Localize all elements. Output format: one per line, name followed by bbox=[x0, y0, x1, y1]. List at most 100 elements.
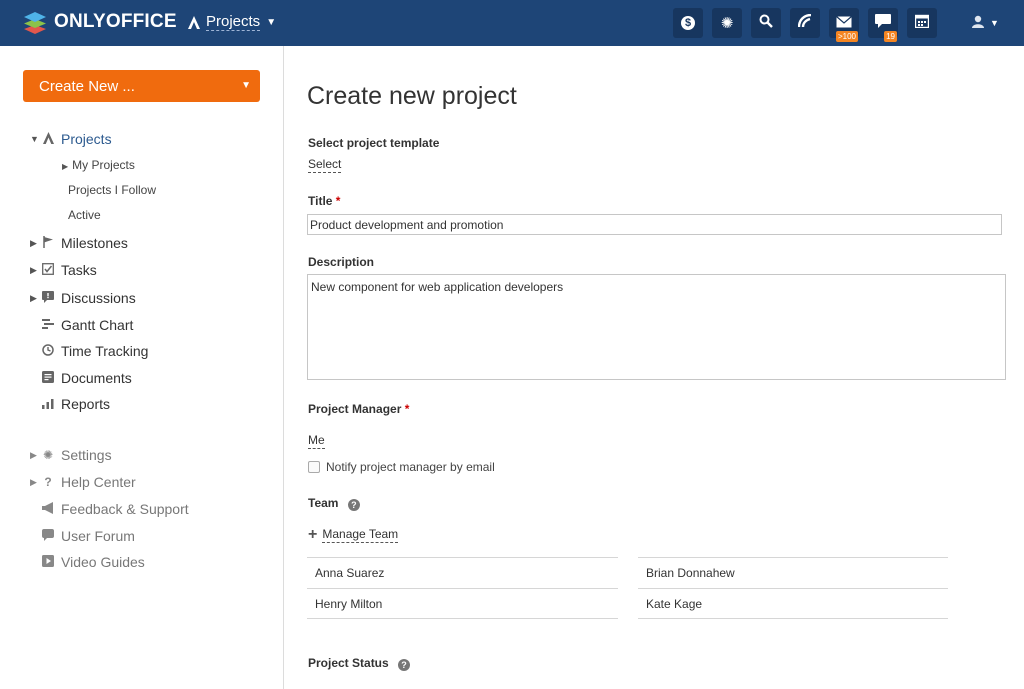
project-status-label-text: Project Status bbox=[308, 656, 389, 670]
create-new-button[interactable]: Create New ... ▼ bbox=[23, 70, 260, 102]
team-label: Team ? bbox=[308, 496, 360, 511]
document-icon bbox=[41, 370, 55, 386]
chevron-down-icon: ▼ bbox=[990, 18, 999, 28]
mail-icon bbox=[836, 15, 852, 32]
title-label: Title * bbox=[308, 194, 340, 208]
notify-manager-row[interactable]: Notify project manager by email bbox=[308, 460, 495, 474]
checkbox-icon bbox=[41, 262, 55, 278]
flag-icon bbox=[41, 235, 55, 251]
feed-icon bbox=[797, 13, 812, 32]
calendar-icon bbox=[914, 14, 930, 32]
forum-icon bbox=[41, 528, 55, 544]
module-switcher[interactable]: Projects ▼ bbox=[188, 13, 276, 31]
chat-icon bbox=[875, 14, 891, 32]
project-manager-select[interactable]: Me bbox=[308, 433, 325, 449]
clock-icon bbox=[41, 343, 55, 359]
mail-button[interactable]: >100 bbox=[829, 8, 859, 42]
sidebar-item-label: Help Center bbox=[61, 474, 136, 490]
gantt-chart-icon bbox=[41, 318, 55, 333]
notify-manager-checkbox[interactable] bbox=[308, 461, 320, 473]
onlyoffice-logo-icon bbox=[22, 10, 48, 34]
project-manager-label-text: Project Manager bbox=[308, 402, 402, 416]
sidebar-item-label: Projects bbox=[61, 131, 112, 147]
sidebar-item-label: Reports bbox=[61, 396, 111, 412]
top-icon-toolbar: $ ✺ >100 19 bbox=[673, 8, 946, 42]
plus-icon: + bbox=[308, 526, 318, 543]
user-menu[interactable]: ▼ bbox=[972, 15, 999, 31]
settings-icon: ✺ bbox=[720, 15, 734, 32]
feed-button[interactable] bbox=[790, 8, 820, 38]
caret-right-icon: ▶ bbox=[30, 237, 37, 248]
title-label-text: Title bbox=[308, 194, 333, 208]
notify-manager-label: Notify project manager by email bbox=[326, 460, 495, 474]
caret-right-icon: ▶ bbox=[62, 162, 69, 171]
calendar-button[interactable] bbox=[907, 8, 937, 38]
sidebar-item-label: Video Guides bbox=[61, 554, 145, 570]
bar-chart-icon bbox=[41, 397, 55, 412]
create-new-label: Create New ... bbox=[39, 77, 135, 95]
team-divider bbox=[307, 618, 618, 619]
team-divider bbox=[638, 618, 948, 619]
template-label: Select project template bbox=[308, 136, 440, 150]
team-member: Brian Donnahew bbox=[638, 557, 948, 588]
payments-button[interactable]: $ bbox=[673, 8, 703, 38]
caret-right-icon: ▶ bbox=[30, 292, 37, 303]
sidebar-subitem-my-projects[interactable]: ▶ My Projects bbox=[62, 158, 135, 172]
search-button[interactable] bbox=[751, 8, 781, 38]
search-icon bbox=[759, 14, 773, 32]
mail-count-badge: >100 bbox=[835, 31, 858, 42]
chevron-down-icon: ▼ bbox=[266, 16, 277, 28]
required-marker: * bbox=[335, 194, 341, 208]
sidebar-subitem-label: Active bbox=[68, 208, 101, 222]
sidebar-subitem-projects-i-follow[interactable]: Projects I Follow bbox=[68, 183, 156, 197]
manage-team-label: Manage Team bbox=[322, 527, 399, 543]
team-member: Anna Suarez bbox=[307, 557, 618, 588]
module-name: Projects bbox=[206, 13, 261, 31]
title-input[interactable] bbox=[307, 214, 1002, 235]
sidebar-subitem-label: Projects I Follow bbox=[68, 183, 157, 197]
chat-count-badge: 19 bbox=[884, 31, 897, 42]
description-textarea[interactable]: New component for web application develo… bbox=[307, 274, 1006, 380]
caret-right-icon: ▶ bbox=[30, 449, 37, 460]
sidebar-item-label: Tasks bbox=[61, 262, 97, 278]
team-member-name: Brian Donnahew bbox=[646, 566, 735, 580]
sidebar-item-label: Time Tracking bbox=[61, 343, 149, 359]
select-template-link[interactable]: Select bbox=[308, 157, 342, 173]
chevron-down-icon: ▼ bbox=[241, 80, 251, 91]
payments-icon: $ bbox=[681, 16, 695, 30]
caret-right-icon: ▶ bbox=[30, 264, 37, 275]
help-icon[interactable]: ? bbox=[347, 499, 360, 511]
caret-down-icon: ▼ bbox=[30, 134, 39, 144]
team-member: Henry Milton bbox=[307, 588, 618, 619]
team-member: Kate Kage bbox=[638, 588, 948, 619]
settings-button[interactable]: ✺ bbox=[712, 8, 742, 38]
projects-icon bbox=[41, 131, 55, 147]
team-label-text: Team bbox=[308, 496, 339, 510]
sidebar-item-label: Settings bbox=[61, 447, 112, 463]
brand-name: ONLYOFFICE bbox=[54, 11, 177, 32]
brand-logo[interactable]: ONLYOFFICE bbox=[22, 10, 177, 34]
chat-button[interactable]: 19 bbox=[868, 8, 898, 42]
caret-right-icon: ▶ bbox=[30, 476, 37, 487]
team-member-name: Kate Kage bbox=[646, 597, 703, 611]
description-label: Description bbox=[308, 255, 375, 269]
team-member-name: Anna Suarez bbox=[315, 566, 385, 580]
discussion-icon bbox=[41, 290, 55, 306]
sidebar-item-label: Gantt Chart bbox=[61, 317, 134, 333]
project-status-label: Project Status ? bbox=[308, 656, 411, 671]
sidebar-subitem-label: My Projects bbox=[72, 158, 135, 172]
team-member-name: Henry Milton bbox=[315, 597, 383, 611]
sidebar-subitem-active[interactable]: Active bbox=[68, 208, 101, 222]
sidebar-item-label: Milestones bbox=[61, 235, 128, 251]
page-title: Create new project bbox=[307, 82, 517, 110]
megaphone-icon bbox=[41, 501, 55, 517]
sidebar-item-label: Feedback & Support bbox=[61, 501, 189, 517]
required-marker: * bbox=[404, 402, 410, 416]
gear-icon: ✺ bbox=[42, 448, 54, 462]
help-icon[interactable]: ? bbox=[398, 659, 411, 671]
sidebar-item-label: Documents bbox=[61, 370, 132, 386]
user-icon bbox=[972, 15, 984, 31]
projects-module-icon bbox=[188, 15, 200, 29]
manage-team-button[interactable]: + Manage Team bbox=[308, 526, 399, 543]
question-icon: ? bbox=[44, 475, 52, 489]
